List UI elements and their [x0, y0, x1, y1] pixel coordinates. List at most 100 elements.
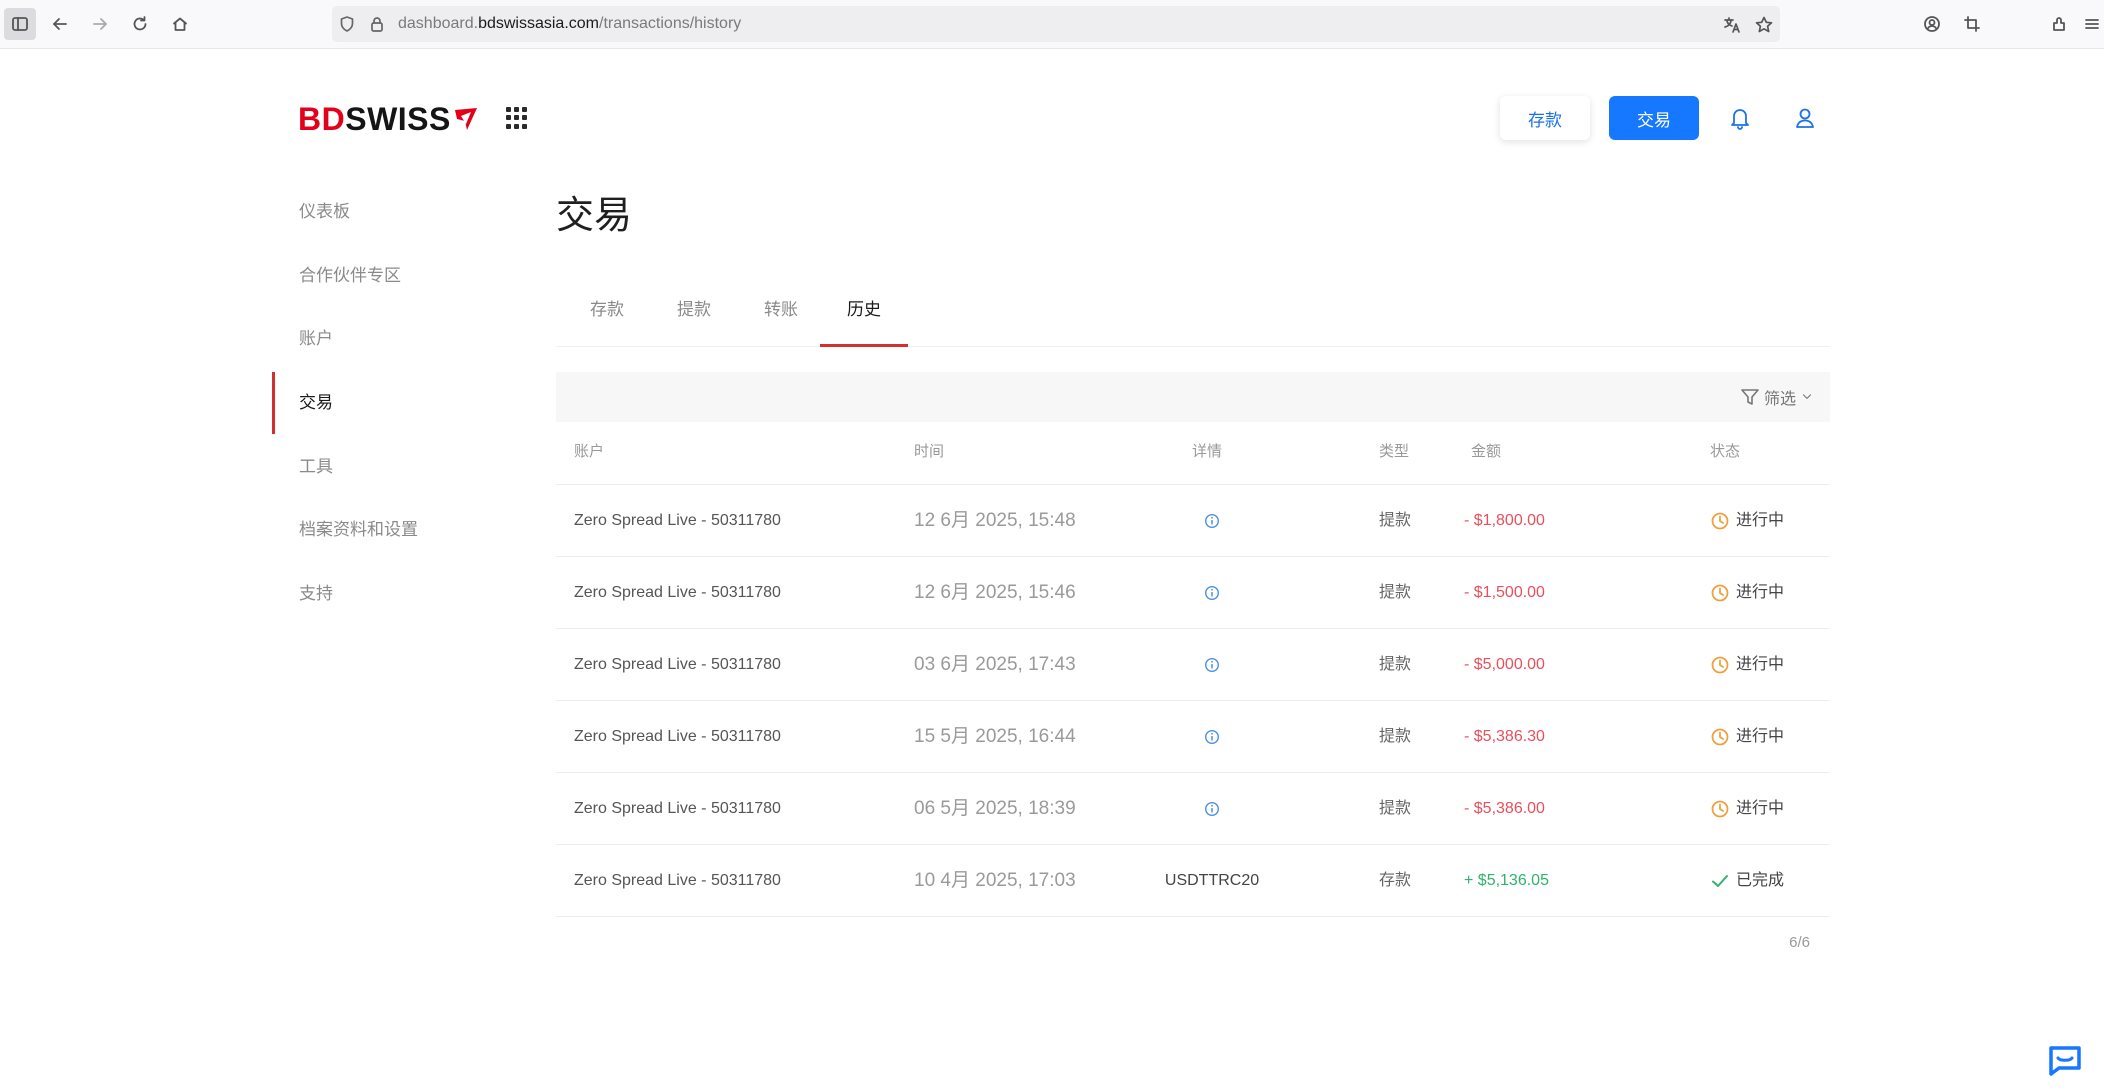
filter-button[interactable]: 筛选 — [1740, 384, 1814, 410]
info-icon[interactable] — [1204, 513, 1220, 529]
cell-time: 10 4月 2025, 17:03 — [914, 870, 1076, 891]
cell-detail — [1204, 485, 1220, 556]
cell-amount: - $5,386.30 — [1464, 728, 1545, 745]
status-text: 进行中 — [1736, 800, 1785, 817]
sidebar-item-transactions[interactable]: 交易 — [299, 388, 333, 418]
lock-icon[interactable] — [368, 15, 386, 33]
column-header-status: 状态 — [1710, 443, 1741, 460]
cell-amount: - $5,000.00 — [1464, 656, 1545, 673]
crop-icon[interactable] — [1956, 8, 1988, 40]
cell-status: 进行中 — [1710, 485, 1784, 556]
cell-detail: USDTTRC20 — [1165, 845, 1259, 916]
check-icon — [1710, 871, 1730, 891]
clock-icon — [1710, 727, 1730, 747]
reload-icon[interactable] — [124, 8, 156, 40]
cell-detail — [1204, 701, 1220, 772]
table-row: Zero Spread Live - 50311780 12 6月 2025, 1… — [556, 485, 1830, 557]
bdswiss-logo[interactable]: BD SWISS — [298, 101, 479, 137]
cell-type: 提款 — [1379, 800, 1412, 817]
extensions-icon[interactable] — [2044, 8, 2076, 40]
cell-time: 12 6月 2025, 15:46 — [914, 582, 1076, 603]
cell-account: Zero Spread Live - 50311780 — [574, 872, 781, 889]
cell-type: 提款 — [1379, 728, 1412, 745]
sidebar-item-partners[interactable]: 合作伙伴专区 — [299, 261, 401, 291]
status-text: 进行中 — [1736, 728, 1785, 745]
table-header: 账户 时间 详情 类型 金额 状态 — [556, 430, 1830, 485]
page-title: 交易 — [556, 195, 633, 237]
logo-mark-icon — [454, 108, 477, 130]
user-icon[interactable] — [1791, 104, 1819, 132]
cell-amount: - $5,386.00 — [1464, 800, 1545, 817]
cell-type: 提款 — [1379, 656, 1412, 673]
sidebar-item-tools[interactable]: 工具 — [299, 452, 333, 482]
cell-status: 进行中 — [1710, 701, 1784, 772]
cell-status: 进行中 — [1710, 557, 1784, 628]
sidebar-item-dashboard[interactable]: 仪表板 — [299, 197, 350, 227]
sidebar-item-profile-settings[interactable]: 档案资料和设置 — [299, 515, 418, 545]
clock-icon — [1710, 799, 1730, 819]
clock-icon — [1710, 511, 1730, 531]
menu-icon[interactable] — [2078, 8, 2104, 40]
status-text: 进行中 — [1736, 584, 1785, 601]
sidebar-toggle-icon[interactable] — [4, 8, 36, 40]
info-icon[interactable] — [1204, 729, 1220, 745]
cell-time: 15 5月 2025, 16:44 — [914, 726, 1076, 747]
forward-icon[interactable] — [84, 8, 116, 40]
tab-bar: 存款 提款 转账 历史 — [556, 288, 1830, 347]
info-icon[interactable] — [1204, 801, 1220, 817]
cell-account: Zero Spread Live - 50311780 — [574, 728, 781, 745]
filter-bar: 筛选 — [556, 372, 1830, 422]
apps-grid-icon[interactable] — [506, 107, 528, 129]
column-header-time: 时间 — [914, 443, 945, 460]
shield-icon[interactable] — [338, 15, 356, 33]
deposit-button[interactable]: 存款 — [1500, 96, 1590, 140]
url-text[interactable]: dashboard.bdswissasia.com/transactions/h… — [398, 6, 741, 42]
status-text: 进行中 — [1736, 512, 1785, 529]
status-text: 进行中 — [1736, 656, 1785, 673]
back-icon[interactable] — [44, 8, 76, 40]
table-row: Zero Spread Live - 50311780 10 4月 2025, 1… — [556, 845, 1830, 917]
sidebar-item-accounts[interactable]: 账户 — [299, 324, 333, 354]
cell-time: 06 5月 2025, 18:39 — [914, 798, 1076, 819]
bookmark-star-icon[interactable] — [1754, 15, 1774, 35]
tab-deposit[interactable]: 存款 — [582, 288, 632, 344]
table-body: Zero Spread Live - 50311780 12 6月 2025, 1… — [556, 485, 1830, 917]
column-header-detail: 详情 — [1192, 443, 1223, 460]
tab-history[interactable]: 历史 — [820, 288, 908, 347]
cell-status: 进行中 — [1710, 629, 1784, 700]
cell-type: 提款 — [1379, 512, 1412, 529]
tab-withdraw[interactable]: 提款 — [669, 288, 719, 344]
tab-transfer[interactable]: 转账 — [756, 288, 806, 344]
cell-status: 已完成 — [1710, 845, 1784, 916]
clock-icon — [1710, 655, 1730, 675]
address-bar[interactable]: dashboard.bdswissasia.com/transactions/h… — [332, 6, 1780, 42]
column-header-type: 类型 — [1379, 443, 1410, 460]
bell-icon[interactable] — [1726, 104, 1754, 132]
cell-detail — [1204, 557, 1220, 628]
status-text: 已完成 — [1736, 872, 1785, 889]
cell-amount: - $1,800.00 — [1464, 512, 1545, 529]
info-icon[interactable] — [1204, 585, 1220, 601]
translate-icon[interactable] — [1722, 15, 1742, 35]
info-icon[interactable] — [1204, 657, 1220, 673]
cell-amount: - $1,500.00 — [1464, 584, 1545, 601]
home-icon[interactable] — [164, 8, 196, 40]
cell-type: 提款 — [1379, 584, 1412, 601]
pagination-count: 6/6 — [1789, 934, 1810, 951]
sidebar-item-support[interactable]: 支持 — [299, 579, 333, 609]
table-row: Zero Spread Live - 50311780 03 6月 2025, 1… — [556, 629, 1830, 701]
detail-text: USDTTRC20 — [1164, 872, 1260, 889]
account-circle-icon[interactable] — [1916, 8, 1948, 40]
clock-icon — [1710, 583, 1730, 603]
cell-account: Zero Spread Live - 50311780 — [574, 656, 781, 673]
column-header-account: 账户 — [574, 443, 605, 460]
browser-toolbar: dashboard.bdswissasia.com/transactions/h… — [0, 0, 2104, 49]
cell-account: Zero Spread Live - 50311780 — [574, 512, 781, 529]
cell-status: 进行中 — [1710, 773, 1784, 844]
sidebar-active-indicator — [272, 372, 275, 434]
trade-button[interactable]: 交易 — [1609, 96, 1699, 140]
chat-support-icon[interactable] — [2045, 1040, 2085, 1080]
cell-detail — [1204, 629, 1220, 700]
transactions-table: 账户 时间 详情 类型 金额 状态 Zero Spread Live - 503… — [556, 430, 1830, 917]
cell-time: 03 6月 2025, 17:43 — [914, 654, 1076, 675]
